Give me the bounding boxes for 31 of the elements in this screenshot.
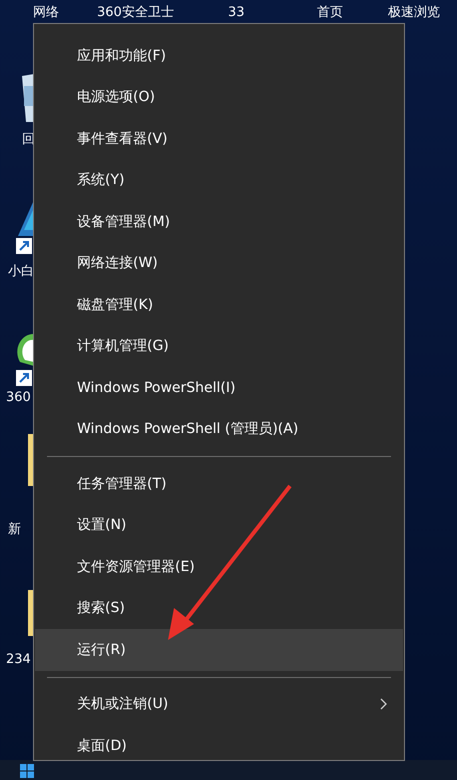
menu-item[interactable]: 设备管理器(M) [35,201,403,242]
menu-item[interactable]: 任务管理器(T) [35,463,403,504]
desktop-icon-label[interactable]: 360 [6,390,31,405]
menu-item[interactable]: 计算机管理(G) [35,326,403,367]
menu-item[interactable]: 关机或注销(U) [35,684,403,725]
menu-item[interactable]: 搜索(S) [35,588,403,629]
chevron-right-icon [380,698,387,710]
recycle-bin-icon[interactable] [20,72,34,124]
desktop-icon-label[interactable]: 网络 [33,5,59,20]
menu-item[interactable]: 设置(N) [35,504,403,546]
menu-item[interactable]: Windows PowerShell (管理员)(A) [35,408,403,450]
menu-item[interactable]: 应用和功能(F) [35,35,403,76]
menu-item[interactable]: 磁盘管理(K) [35,284,403,326]
desktop-icon-label[interactable]: 33 [228,4,245,20]
desktop-icon-label[interactable]: 首页 [317,5,343,20]
desktop-icon-label[interactable]: 360安全卫士 [97,5,174,20]
menu-item[interactable]: 事件查看器(V) [35,118,403,160]
app-shortcut-icon[interactable] [16,332,34,388]
menu-item[interactable]: 运行(R) [35,629,403,670]
desktop-icon-label[interactable]: 234 [6,652,31,667]
menu-item[interactable]: 文件资源管理器(E) [35,546,403,588]
windows-start-icon[interactable] [20,764,34,778]
desktop-icon-label[interactable]: 小白 [8,262,34,280]
desktop-icon-label[interactable]: 新 [8,520,21,538]
app-shortcut-icon[interactable] [16,200,34,256]
menu-item[interactable]: 系统(Y) [35,160,403,201]
menu-item[interactable]: 网络连接(W) [35,242,403,284]
menu-item[interactable]: 桌面(D) [35,725,403,766]
desktop-icon-label[interactable]: 极速浏览 [388,5,440,20]
menu-item[interactable]: 电源选项(O) [35,76,403,118]
menu-item[interactable]: Windows PowerShell(I) [35,367,403,408]
